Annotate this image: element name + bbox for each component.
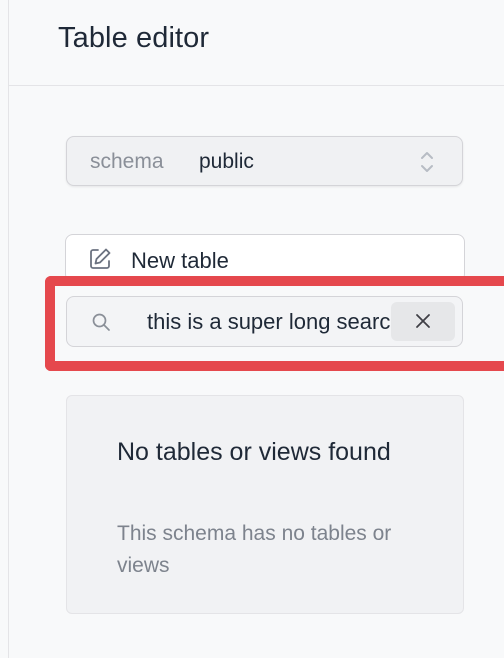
- schema-label: schema: [90, 150, 164, 173]
- highlight-annotation: [45, 276, 504, 371]
- edit-icon: [90, 248, 111, 269]
- empty-state-card: No tables or views found This schema has…: [66, 395, 464, 614]
- chevron-up-down-icon: [421, 152, 433, 172]
- schema-value: public: [199, 150, 254, 173]
- page-title: Table editor: [58, 22, 210, 54]
- new-table-button[interactable]: New table: [65, 234, 465, 282]
- schema-selector[interactable]: schema public: [66, 136, 463, 186]
- sidebar-left-border: [8, 0, 9, 658]
- table-editor-header: Table editor: [9, 0, 504, 86]
- highlight-annotation-edge: [484, 276, 504, 371]
- new-table-label: New table: [131, 248, 229, 273]
- empty-state-title: No tables or views found: [117, 438, 391, 466]
- empty-state-description: This schema has no tables or views: [117, 522, 392, 577]
